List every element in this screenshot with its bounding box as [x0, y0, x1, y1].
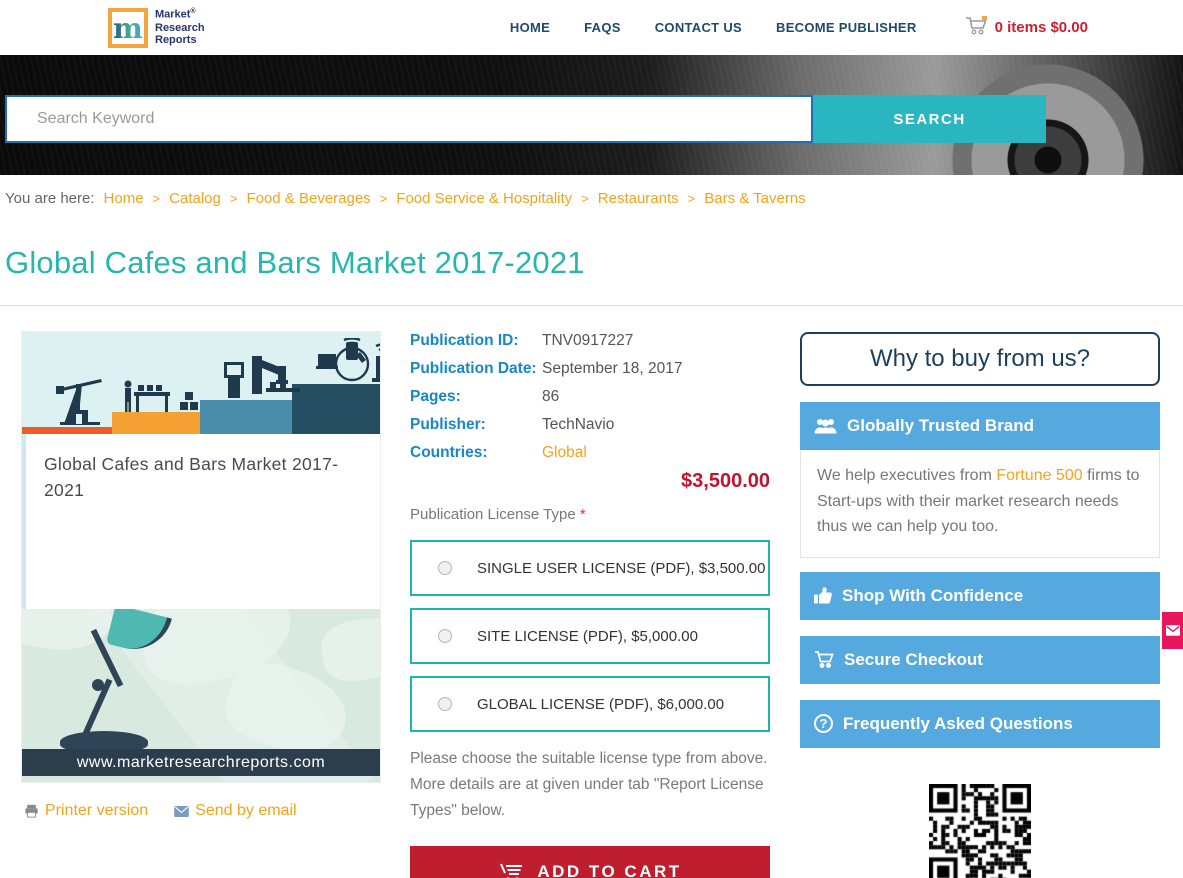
detail-label: Publisher: — [410, 416, 542, 434]
publication-id-value: TNV0917227 — [542, 332, 770, 350]
hero-banner: SEARCH — [0, 55, 1183, 175]
page: m Market® Research Reports HOME FAQS CON… — [0, 0, 1183, 878]
crumb-separator: > — [153, 191, 161, 206]
smart-factory-icon — [314, 338, 380, 386]
detail-label: Countries: — [410, 444, 542, 462]
license-option-site[interactable]: SITE LICENSE (PDF), $5,000.00 — [410, 608, 770, 664]
why-to-buy-box[interactable]: Why to buy from us? — [800, 332, 1160, 386]
add-cart-icon — [498, 862, 524, 878]
crumb-food-service[interactable]: Food Service & Hospitality — [396, 190, 572, 207]
detail-label: Publication Date: — [410, 360, 542, 378]
detail-label: Pages: — [410, 388, 542, 406]
nav-become-publisher[interactable]: BECOME PUBLISHER — [776, 20, 917, 35]
cart-status[interactable]: 0 items $0.00 — [965, 16, 1088, 40]
detail-label: Publication ID: — [410, 332, 542, 350]
globally-trusted-brand-header[interactable]: Globally Trusted Brand — [800, 402, 1160, 450]
question-icon: ? — [814, 714, 833, 733]
report-cover-column: Global Cafes and Bars Market 2017-2021 w… — [22, 332, 380, 820]
send-by-email-link[interactable]: Send by email — [174, 802, 296, 820]
svg-text:m: m — [113, 12, 143, 44]
license-option-single-user[interactable]: SINGLE USER LICENSE (PDF), $3,500.00 — [410, 540, 770, 596]
site-logo[interactable]: m Market® Research Reports — [108, 8, 205, 48]
page-title: Global Cafes and Bars Market 2017-2021 — [5, 245, 1183, 281]
radio-button[interactable] — [438, 629, 452, 643]
crumb-separator: > — [688, 191, 696, 206]
users-icon — [814, 418, 837, 434]
cover-map-image: www.marketresearchreports.com — [22, 609, 380, 782]
email-icon — [174, 806, 189, 817]
nav-contact-us[interactable]: CONTACT US — [655, 20, 742, 35]
printer-icon — [24, 804, 39, 818]
crumb-separator: > — [581, 191, 589, 206]
crumb-separator: > — [380, 191, 388, 206]
cover-title-band: Global Cafes and Bars Market 2017-2021 — [22, 434, 380, 609]
main-nav: HOME FAQS CONTACT US BECOME PUBLISHER — [510, 20, 917, 35]
breadcrumb: You are here: Home > Catalog > Food & Be… — [5, 190, 1183, 207]
thumbs-up-icon — [814, 587, 832, 604]
faq-bar[interactable]: ? Frequently Asked Questions — [800, 700, 1160, 748]
checkout-cart-icon — [814, 651, 834, 668]
shop-with-confidence-bar[interactable]: Shop With Confidence — [800, 572, 1160, 620]
sidebar: Why to buy from us? Globally Trusted Bra… — [800, 332, 1160, 878]
cover-actions: Printer version Send by email — [24, 802, 380, 820]
nav-home[interactable]: HOME — [510, 20, 550, 35]
cover-website-bar: www.marketresearchreports.com — [22, 749, 380, 776]
qr-code — [929, 784, 1031, 878]
license-option-global[interactable]: GLOBAL LICENSE (PDF), $6,000.00 — [410, 676, 770, 732]
step-blue — [200, 400, 292, 434]
feedback-envelope-tab[interactable] — [1162, 612, 1183, 649]
printer-version-link[interactable]: Printer version — [24, 802, 148, 820]
publication-details: Publication ID: TNV0917227 Publication D… — [410, 332, 770, 462]
main-content: Global Cafes and Bars Market 2017-2021 w… — [0, 306, 1183, 878]
product-details-column: Publication ID: TNV0917227 Publication D… — [410, 332, 770, 878]
step-navy — [292, 384, 380, 434]
crumb-food-beverages[interactable]: Food & Beverages — [246, 190, 370, 207]
cart-icon — [965, 16, 989, 40]
secure-checkout-bar[interactable]: Secure Checkout — [800, 636, 1160, 684]
pages-value: 86 — [542, 388, 770, 406]
radio-button[interactable] — [438, 697, 452, 711]
cart-count-text: 0 items $0.00 — [995, 19, 1088, 36]
crumb-bars-taverns[interactable]: Bars & Taverns — [704, 190, 805, 207]
search-form: SEARCH — [5, 95, 1046, 143]
factory-workers-icon — [120, 380, 200, 414]
search-button[interactable]: SEARCH — [813, 95, 1046, 143]
required-asterisk: * — [580, 506, 586, 523]
breadcrumb-prefix: You are here: — [5, 190, 95, 207]
radio-button[interactable] — [438, 561, 452, 575]
countries-link[interactable]: Global — [542, 444, 770, 462]
logo-text: Market® Research Reports — [155, 8, 205, 47]
crumb-home[interactable]: Home — [104, 190, 144, 207]
publisher-value: TechNavio — [542, 416, 770, 434]
license-type-label: Publication License Type * — [410, 506, 770, 523]
oil-pump-icon — [54, 372, 106, 428]
fortune-500-link[interactable]: Fortune 500 — [996, 467, 1082, 484]
crumb-restaurants[interactable]: Restaurants — [598, 190, 679, 207]
license-note: Please choose the suitable license type … — [410, 746, 770, 824]
map-continent — [318, 613, 380, 685]
robot-arm-icon — [222, 354, 304, 398]
search-input[interactable] — [5, 95, 813, 143]
header: m Market® Research Reports HOME FAQS CON… — [0, 0, 1183, 55]
qr-code-wrap — [800, 784, 1160, 878]
crumb-separator: > — [230, 191, 238, 206]
publication-date-value: September 18, 2017 — [542, 360, 770, 378]
lamp-joint — [92, 679, 104, 691]
nav-faqs[interactable]: FAQS — [584, 20, 621, 35]
cover-title: Global Cafes and Bars Market 2017-2021 — [44, 454, 338, 500]
envelope-icon — [1166, 625, 1180, 636]
report-cover-image[interactable]: Global Cafes and Bars Market 2017-2021 w… — [22, 332, 380, 782]
step-amber — [112, 412, 200, 434]
logo-m-icon: m — [108, 8, 148, 48]
cover-illustration — [22, 332, 380, 434]
price: $3,500.00 — [410, 470, 770, 493]
crumb-catalog[interactable]: Catalog — [169, 190, 221, 207]
step-orange — [22, 427, 112, 434]
add-to-cart-button[interactable]: ADD TO CART — [410, 846, 770, 878]
trusted-brand-text: We help executives from Fortune 500 firm… — [800, 450, 1160, 558]
